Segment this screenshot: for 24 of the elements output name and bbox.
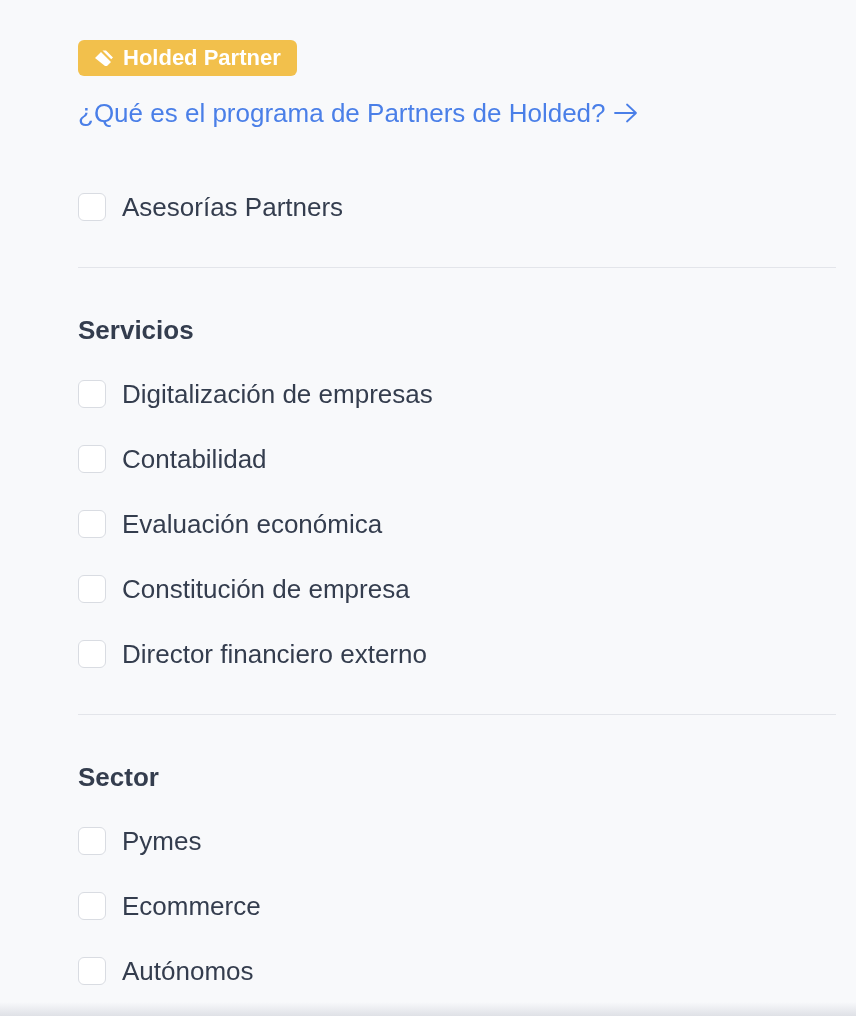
partner-program-link[interactable]: ¿Qué es el programa de Partners de Holded? (78, 98, 638, 128)
badge-label: Holded Partner (123, 45, 281, 71)
checkbox[interactable] (78, 827, 106, 855)
option-label[interactable]: Autónomos (122, 956, 254, 986)
diamond-icon (93, 50, 113, 66)
arrow-right-icon (613, 103, 638, 123)
checkbox[interactable] (78, 510, 106, 538)
checkbox[interactable] (78, 445, 106, 473)
section-heading: Servicios (78, 315, 194, 345)
checkbox[interactable] (78, 380, 106, 408)
section-heading: Sector (78, 762, 159, 792)
option-label[interactable]: Contabilidad (122, 444, 267, 474)
option-label[interactable]: Constitución de empresa (122, 574, 410, 604)
option-label[interactable]: Director financiero externo (122, 639, 427, 669)
checkbox[interactable] (78, 575, 106, 603)
option-label[interactable]: Asesorías Partners (122, 192, 344, 222)
checkbox[interactable] (78, 957, 106, 985)
option-label[interactable]: Digitalización de empresas (122, 379, 433, 409)
option-label[interactable]: Pymes (122, 826, 202, 856)
option-label[interactable]: Ecommerce (122, 891, 261, 921)
checkbox[interactable] (78, 640, 106, 668)
checkbox[interactable] (78, 892, 106, 920)
option-label[interactable]: Evaluación económica (122, 509, 383, 539)
checkbox[interactable] (78, 193, 106, 221)
